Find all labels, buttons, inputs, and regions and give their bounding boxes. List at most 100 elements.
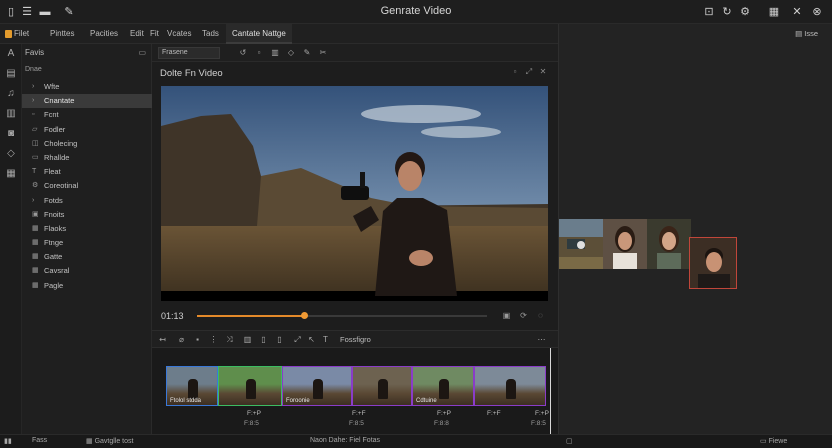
scrub-bar[interactable]	[197, 312, 487, 319]
asset-item[interactable]: T Fleat	[22, 165, 152, 179]
tab-active[interactable]: Cantate Nattge	[226, 24, 292, 44]
split-icon[interactable]: ⋮	[208, 334, 219, 346]
effects-icon[interactable]: ▦	[5, 168, 17, 180]
camera-icon[interactable]: ◙	[5, 128, 17, 140]
right-panel-header[interactable]: ▤ Isse	[795, 29, 818, 38]
marker-icon[interactable]: ⤢	[292, 334, 303, 346]
status-right[interactable]: ▭ Fiewe	[760, 437, 787, 445]
asset-item[interactable]: ▭ Rhallde	[22, 151, 152, 165]
save-icon[interactable]: ▪	[192, 334, 203, 346]
thumbnail-woman-1[interactable]	[603, 219, 647, 269]
asset-item[interactable]: ▦ Cavsral	[22, 264, 152, 278]
timeline-clip[interactable]: Foroonie	[282, 366, 352, 406]
menu-item-edit[interactable]: Edit	[130, 24, 144, 44]
menu-item-file[interactable]: Filet	[14, 24, 29, 44]
timecode-label: F:+P	[437, 410, 451, 417]
asset-item[interactable]: › Fotds	[22, 194, 152, 208]
rotate-icon[interactable]: ↺	[238, 47, 248, 59]
sub-timecode-label: F:8:5	[244, 420, 259, 427]
library-icon[interactable]: ▥	[5, 108, 17, 120]
playhead[interactable]	[550, 348, 551, 434]
paste-icon[interactable]: ▯	[258, 334, 269, 346]
close-panel-icon[interactable]: ✕	[538, 67, 548, 77]
status-left[interactable]: Fass	[32, 437, 47, 444]
text-icon[interactable]: T	[320, 334, 331, 346]
type-icon[interactable]: A	[5, 48, 17, 60]
menu-item-fit[interactable]: Fit	[150, 24, 159, 44]
timeline-clip[interactable]	[218, 366, 282, 406]
timeline: Ftolol stdda Foroonie Cdtuine F:+P F:+F F:+P…	[152, 348, 558, 434]
asset-item[interactable]: ▦ Pagle	[22, 279, 152, 293]
asset-item-label: Coreotinal	[44, 181, 79, 191]
grid-icon: ▦	[32, 239, 39, 247]
media-icon[interactable]: ▤	[5, 68, 17, 80]
asset-item[interactable]: ▣ Fnoits	[22, 208, 152, 222]
status-mid[interactable]: ▦ Gavtglle tost	[86, 437, 133, 445]
clip-figure	[246, 379, 256, 399]
mask-icon[interactable]: ◇	[286, 47, 296, 59]
preset-select[interactable]: Frasene	[158, 47, 220, 59]
asset-item[interactable]: ⚙ Coreotinal	[22, 179, 152, 193]
asset-item[interactable]: ▱ Fodler	[22, 123, 152, 137]
undo-icon[interactable]: ↤	[157, 334, 168, 346]
asset-item-label: Rhallde	[44, 152, 70, 162]
audio-icon[interactable]: ♫	[5, 88, 17, 100]
preview-title: Dolte Fn Video	[160, 68, 223, 79]
tools-icon[interactable]: ✕	[790, 5, 804, 19]
timecode-label: F:+F	[487, 410, 501, 417]
pen-icon[interactable]: ✎	[302, 47, 312, 59]
settings-icon[interactable]: ⚙	[738, 5, 752, 19]
trash-icon[interactable]: ▫	[254, 47, 264, 59]
menu-item-pacities[interactable]: Pacities	[90, 24, 118, 44]
redo-icon[interactable]: ⌀	[176, 334, 187, 346]
asset-item-label: Cavsral	[44, 266, 70, 276]
layers-icon: ◫	[32, 139, 39, 147]
expand-icon[interactable]: ⤢	[524, 67, 534, 77]
grid-icon: ▦	[32, 253, 39, 261]
cut-icon[interactable]: ✂	[318, 47, 328, 59]
asset-item[interactable]: ▦ Ftnge	[22, 236, 152, 250]
delete-icon[interactable]: ▯	[274, 334, 285, 346]
grid-icon[interactable]: ▦	[767, 5, 781, 19]
preview-panel: Dolte Fn Video ▫ ⤢ ✕ 01:13 ▣ ⟳ ◌	[152, 62, 558, 330]
status-grid-icon[interactable]: ▢	[566, 437, 573, 445]
fullscreen-icon[interactable]: ▣	[501, 310, 512, 321]
video-frame[interactable]	[161, 86, 548, 301]
menu-item-vcates[interactable]: Vcates	[167, 24, 191, 44]
timeline-clip[interactable]: Ftolol stdda	[166, 366, 218, 406]
link-icon[interactable]: ⤨	[224, 334, 235, 346]
menu-item-tads[interactable]: Tads	[202, 24, 219, 44]
timeline-toolbar: ↤ ⌀ ▪ ⋮ ⤨ ▥ ▯ ▯ ⤢ ↖ T Fossfigro ⋯	[152, 330, 558, 348]
asset-item[interactable]: ◫ Cholecing	[22, 137, 152, 151]
asset-item-label: Cholecing	[44, 138, 78, 148]
scrub-handle[interactable]	[301, 312, 309, 319]
refresh-icon[interactable]: ↻	[720, 5, 734, 19]
timeline-clip[interactable]: Cdtuine	[412, 366, 474, 406]
thumbnail-woman-2[interactable]	[647, 219, 691, 269]
thumbnail-man-selected[interactable]	[689, 237, 737, 289]
more-icon[interactable]: ⋯	[536, 334, 547, 346]
close-icon[interactable]: ⊗	[810, 5, 824, 19]
shield-icon[interactable]: ◇	[5, 148, 17, 160]
asset-item[interactable]: ▫ Fcnt	[22, 108, 152, 122]
asset-item[interactable]: ▦ Flaoks	[22, 222, 152, 236]
status-left-icon: ▮▮	[4, 438, 12, 445]
asset-item[interactable]: › Wfte	[22, 80, 152, 94]
settings-icon: ⚙	[32, 182, 39, 190]
asset-item[interactable]: › Cnantate	[22, 94, 152, 109]
timeline-clip[interactable]	[352, 366, 412, 406]
export-icon[interactable]: ⊡	[702, 5, 716, 19]
fade-icon[interactable]: ↖	[306, 334, 317, 346]
asset-item-label: Pagle	[44, 280, 64, 290]
menu-item-pinttes[interactable]: Pinttes	[50, 24, 74, 44]
snapshot-icon[interactable]: ◌	[535, 310, 546, 321]
copy-icon[interactable]: ▥	[242, 334, 253, 346]
window-restore-icon[interactable]: ▫	[510, 67, 520, 77]
loop-icon[interactable]: ⟳	[518, 310, 529, 321]
panel-options-icon[interactable]: ▭	[138, 44, 146, 62]
timeline-clip[interactable]	[474, 366, 546, 406]
layers-icon[interactable]: ▥	[270, 47, 280, 59]
asset-item[interactable]: ▦ Gatte	[22, 250, 152, 264]
chevron-right-icon: ›	[32, 97, 35, 105]
thumbnail-landscape[interactable]	[559, 219, 603, 269]
